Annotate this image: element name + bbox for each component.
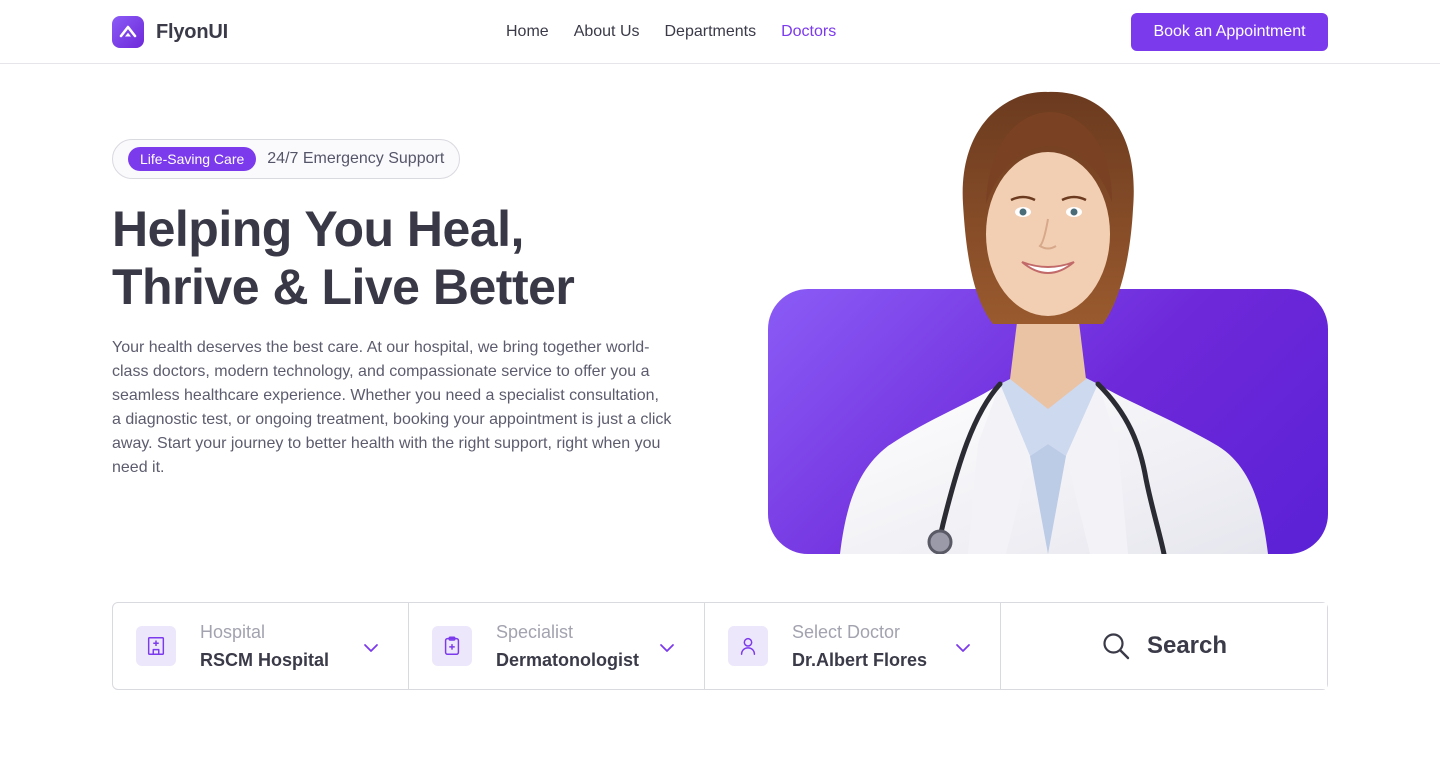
brand-logo[interactable]: FlyonUI [112, 16, 228, 48]
search-button-label: Search [1146, 632, 1228, 659]
user-icon [728, 626, 768, 666]
hospital-label: Hospital [200, 622, 266, 642]
hero-title: Helping You Heal, Thrive & Live Better [112, 200, 672, 316]
search-icon [1103, 633, 1130, 660]
nav-home[interactable]: Home [506, 21, 549, 43]
nav-about-us[interactable]: About Us [574, 21, 640, 43]
specialist-value: Dermatonologist [496, 650, 640, 670]
nav-doctors[interactable]: Doctors [781, 21, 836, 43]
chevron-down-icon [956, 644, 970, 652]
hero-description: Your health deserves the best care. At o… [112, 339, 672, 476]
main-nav: Home About Us Departments Doctors [506, 21, 836, 43]
chevron-down-icon [364, 644, 378, 652]
brand-name: FlyonUI [156, 20, 228, 43]
doctor-select[interactable]: Select Doctor Dr.Albert Flores [705, 603, 1001, 689]
hero-visual [768, 84, 1328, 554]
doctor-image [840, 91, 1268, 554]
nav-departments[interactable]: Departments [665, 21, 757, 43]
clipboard-plus-icon [432, 626, 472, 666]
emergency-pill: Life-Saving Care 24/7 Emergency Support [112, 139, 461, 179]
logo-icon [112, 16, 144, 48]
specialist-label: Specialist [496, 622, 574, 642]
search-button[interactable]: Search [1001, 603, 1327, 689]
doctor-value: Dr.Albert Flores [792, 650, 928, 670]
book-appointment-button[interactable]: Book an Appointment [1131, 13, 1328, 51]
hospital-value: RSCM Hospital [200, 650, 330, 670]
appointment-search-bar: Hospital RSCM Hospital Specialist Dermat… [112, 602, 1328, 690]
hero-title-line-1: Helping You Heal, [112, 201, 524, 257]
hospital-select[interactable]: Hospital RSCM Hospital [113, 603, 409, 689]
site-header: FlyonUI Home About Us Departments Doctor… [0, 0, 1440, 64]
hospital-icon [136, 626, 176, 666]
doctor-label: Select Doctor [792, 622, 901, 642]
life-saving-badge: Life-Saving Care [128, 147, 257, 171]
specialist-select[interactable]: Specialist Dermatonologist [409, 603, 705, 689]
emergency-support-text: 24/7 Emergency Support [267, 150, 445, 167]
chevron-down-icon [660, 644, 674, 652]
hero-title-line-2: Thrive & Live Better [112, 259, 575, 315]
